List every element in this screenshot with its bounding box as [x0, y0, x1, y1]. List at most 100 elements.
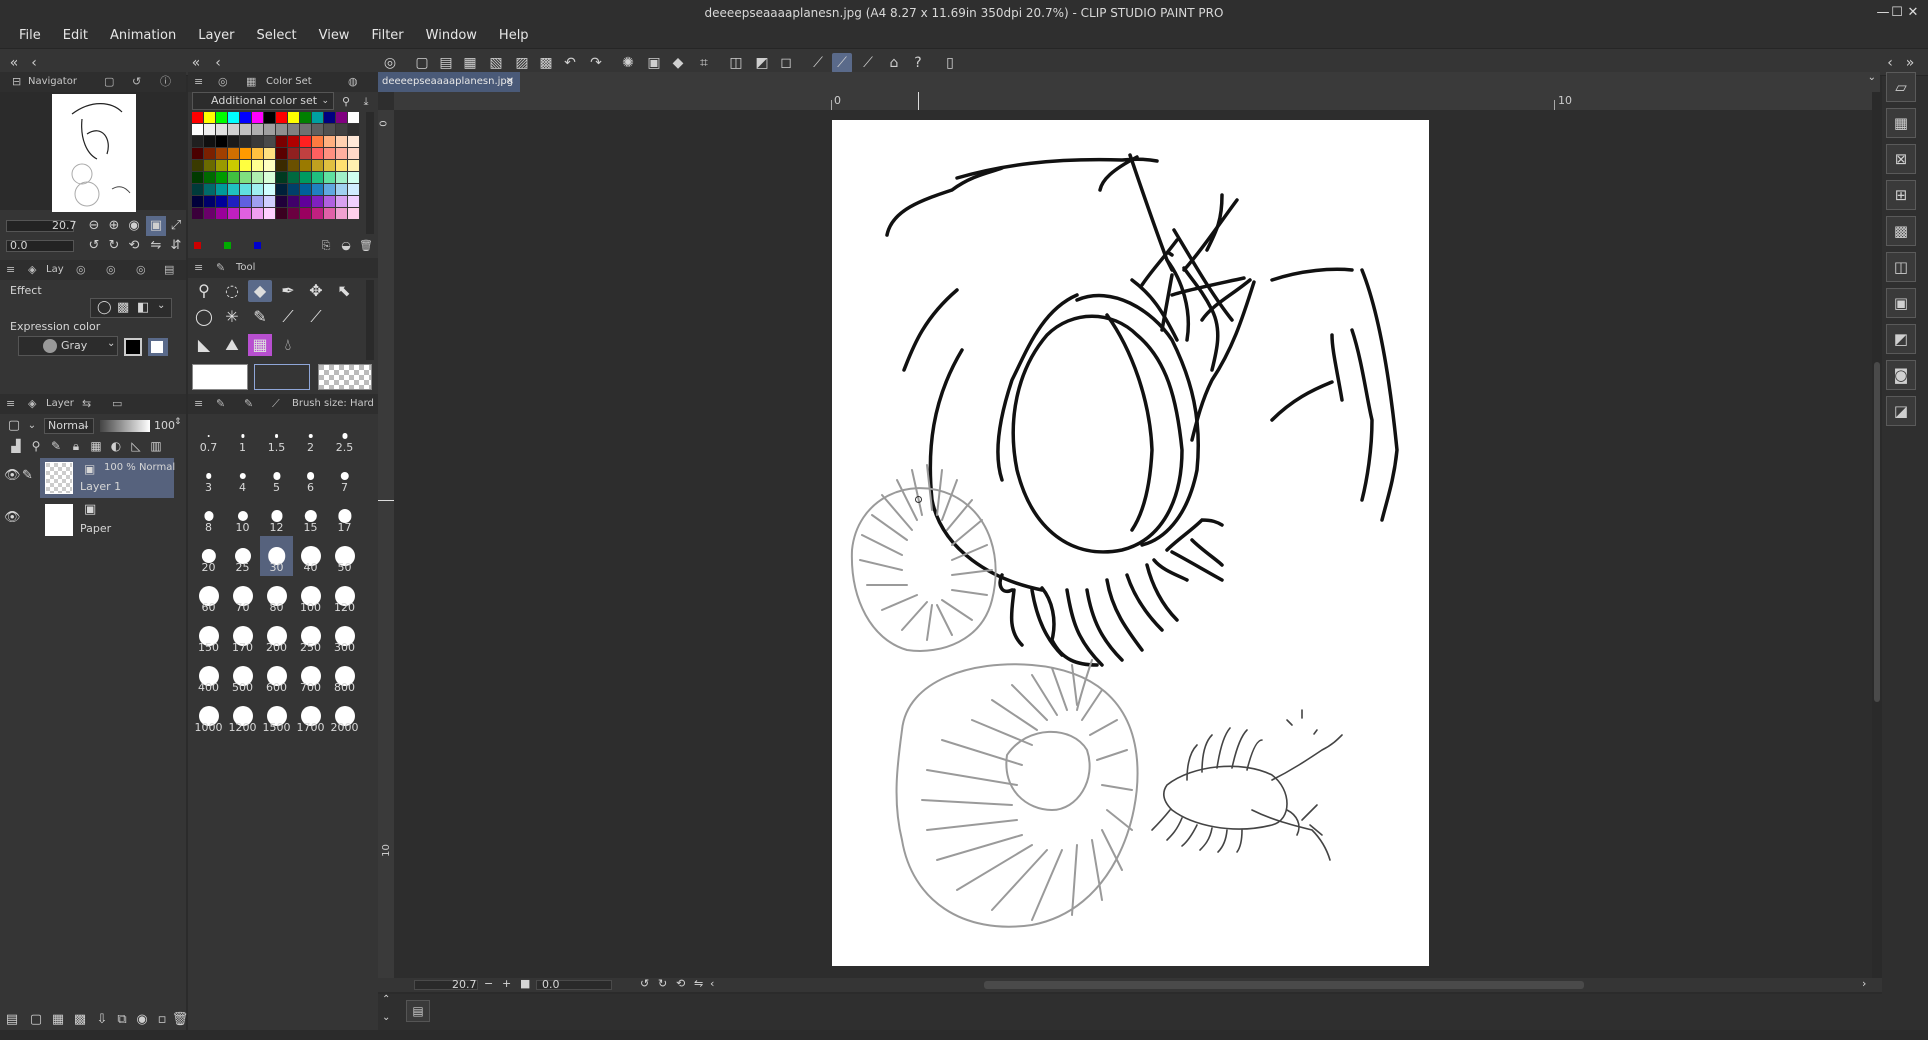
color-swatch[interactable]: [264, 160, 275, 171]
mask-icon[interactable]: ◐: [106, 436, 126, 456]
brush-size-option[interactable]: 3: [192, 456, 225, 496]
color-swatch[interactable]: [240, 136, 251, 147]
color-swatch[interactable]: [312, 184, 323, 195]
menu-window[interactable]: Window: [415, 24, 488, 48]
color-swatch[interactable]: [288, 148, 299, 159]
export-icon[interactable]: ▧: [486, 53, 506, 73]
eye-icon-2[interactable]: 👁︎: [4, 510, 21, 525]
black-color-swatch[interactable]: [124, 338, 142, 356]
brush-size-option[interactable]: 400: [192, 656, 225, 696]
color-swatch[interactable]: [192, 196, 203, 207]
actual-size-icon[interactable]: ◉: [124, 216, 144, 236]
brush-size-option[interactable]: 1200: [226, 696, 259, 736]
brush-size-option[interactable]: 80: [260, 576, 293, 616]
color-swatch[interactable]: [204, 124, 215, 135]
brush-size-option[interactable]: 60: [192, 576, 225, 616]
color-swatch[interactable]: [204, 136, 215, 147]
eyedropper-tool-icon[interactable]: ⟋: [304, 306, 328, 328]
close-tab-icon[interactable]: ✕: [506, 72, 514, 92]
tab-icon-4[interactable]: ▤: [164, 260, 174, 280]
chevron-down-icon[interactable]: ⌄: [157, 300, 165, 311]
color-wheel-tab-icon[interactable]: ◎: [218, 72, 228, 92]
brush-size-option[interactable]: 250: [294, 616, 327, 656]
horizontal-scroll-thumb[interactable]: [984, 981, 1584, 989]
color-swatch[interactable]: [276, 172, 287, 183]
color-swatch[interactable]: [348, 112, 359, 123]
menu-icon-4[interactable]: ≡: [194, 258, 203, 278]
menu-select[interactable]: Select: [245, 24, 307, 48]
undo-icon[interactable]: ↶: [560, 53, 580, 73]
tool-tab[interactable]: Tool: [236, 258, 255, 278]
search-layer-icon[interactable]: ⇆: [82, 394, 91, 414]
material-folder-icon[interactable]: ▣: [1886, 288, 1916, 318]
color-swatch[interactable]: [312, 136, 323, 147]
color-swatch[interactable]: [288, 208, 299, 219]
vertical-scrollbar[interactable]: [1872, 92, 1882, 980]
color-swatch[interactable]: [288, 136, 299, 147]
color-swatch[interactable]: [192, 112, 203, 123]
color-swatch[interactable]: [300, 136, 311, 147]
color-swatch[interactable]: [348, 208, 359, 219]
clip-lower-layer-icon[interactable]: ▟: [6, 436, 26, 456]
color-swatch[interactable]: [216, 172, 227, 183]
collapse-up-icon[interactable]: ⌃: [382, 994, 390, 1005]
gradient-tool-icon[interactable]: ▦: [248, 334, 272, 356]
search-icon[interactable]: ⚲: [336, 92, 356, 112]
brush-size-option[interactable]: 2.5: [328, 416, 361, 456]
delete-color-icon[interactable]: 🗑︎: [356, 236, 376, 256]
color-swatch[interactable]: [276, 136, 287, 147]
status-rotate-left-icon[interactable]: ↺: [640, 977, 649, 990]
brush-size-option[interactable]: 500: [226, 656, 259, 696]
color-swatch[interactable]: [240, 124, 251, 135]
color-swatch[interactable]: [204, 148, 215, 159]
color-swatch[interactable]: [276, 208, 287, 219]
chevron-down-icon-6[interactable]: ⌄: [1868, 72, 1876, 83]
fit-navigator-icon[interactable]: ⤢: [166, 216, 186, 236]
move-tool-icon[interactable]: ✥: [304, 280, 328, 302]
color-swatch[interactable]: [192, 184, 203, 195]
color-swatch[interactable]: [192, 136, 203, 147]
main-color-swatch[interactable]: [192, 364, 248, 390]
color-swatch[interactable]: [336, 208, 347, 219]
brush-size-option[interactable]: 1500: [260, 696, 293, 736]
layer-property-tab[interactable]: Lay: [46, 260, 64, 280]
menu-file[interactable]: File: [8, 24, 52, 48]
collapse-left-icon[interactable]: «: [4, 53, 24, 73]
color-swatch[interactable]: [216, 124, 227, 135]
assets-icon[interactable]: ⌂: [884, 53, 904, 73]
snap-ruler-icon[interactable]: ⟋: [808, 53, 828, 73]
expression-color-select[interactable]: Gray ⌄: [18, 336, 118, 356]
brush-size-option[interactable]: 2000: [328, 696, 361, 736]
brush-size-tab[interactable]: Brush size: Hard: [292, 394, 374, 414]
tab-icon-2[interactable]: ◎: [106, 260, 116, 280]
border-effect-icon[interactable]: ◯: [97, 300, 112, 315]
brush-size-option[interactable]: 1.5: [260, 416, 293, 456]
info-tab-icon[interactable]: ⓘ: [160, 72, 171, 92]
color-swatch[interactable]: [264, 112, 275, 123]
brush-size-option[interactable]: 5: [260, 456, 293, 496]
color-swatch[interactable]: [276, 160, 287, 171]
menu-help[interactable]: Help: [488, 24, 540, 48]
color-swatch[interactable]: [228, 172, 239, 183]
color-swatch[interactable]: [228, 208, 239, 219]
status-rotate-right-icon[interactable]: ↻: [658, 977, 667, 990]
redo-icon[interactable]: ↷: [586, 53, 606, 73]
color-swatch[interactable]: [252, 112, 263, 123]
color-swatch[interactable]: [192, 160, 203, 171]
color-swatch[interactable]: [324, 112, 335, 123]
save-icon[interactable]: ▦: [460, 53, 480, 73]
clear-outside-icon[interactable]: ▣: [644, 53, 664, 73]
material-icon[interactable]: ▦: [1886, 108, 1916, 138]
auto-action-icon[interactable]: ▤: [406, 1000, 430, 1022]
close-button[interactable]: ✕: [1898, 0, 1928, 26]
menu-icon-5[interactable]: ≡: [194, 394, 203, 414]
color-swatch[interactable]: [192, 124, 203, 135]
color-swatch[interactable]: [228, 136, 239, 147]
color-swatch[interactable]: [228, 124, 239, 135]
layer-visibility-toggle-icon[interactable]: ▢: [4, 416, 24, 436]
brush-size-option[interactable]: 0.7: [192, 416, 225, 456]
color-swatch[interactable]: [204, 160, 215, 171]
color-swatch[interactable]: [324, 160, 335, 171]
brush-size-option[interactable]: 40: [294, 536, 327, 576]
clip-studio-icon[interactable]: ◎: [380, 53, 400, 73]
